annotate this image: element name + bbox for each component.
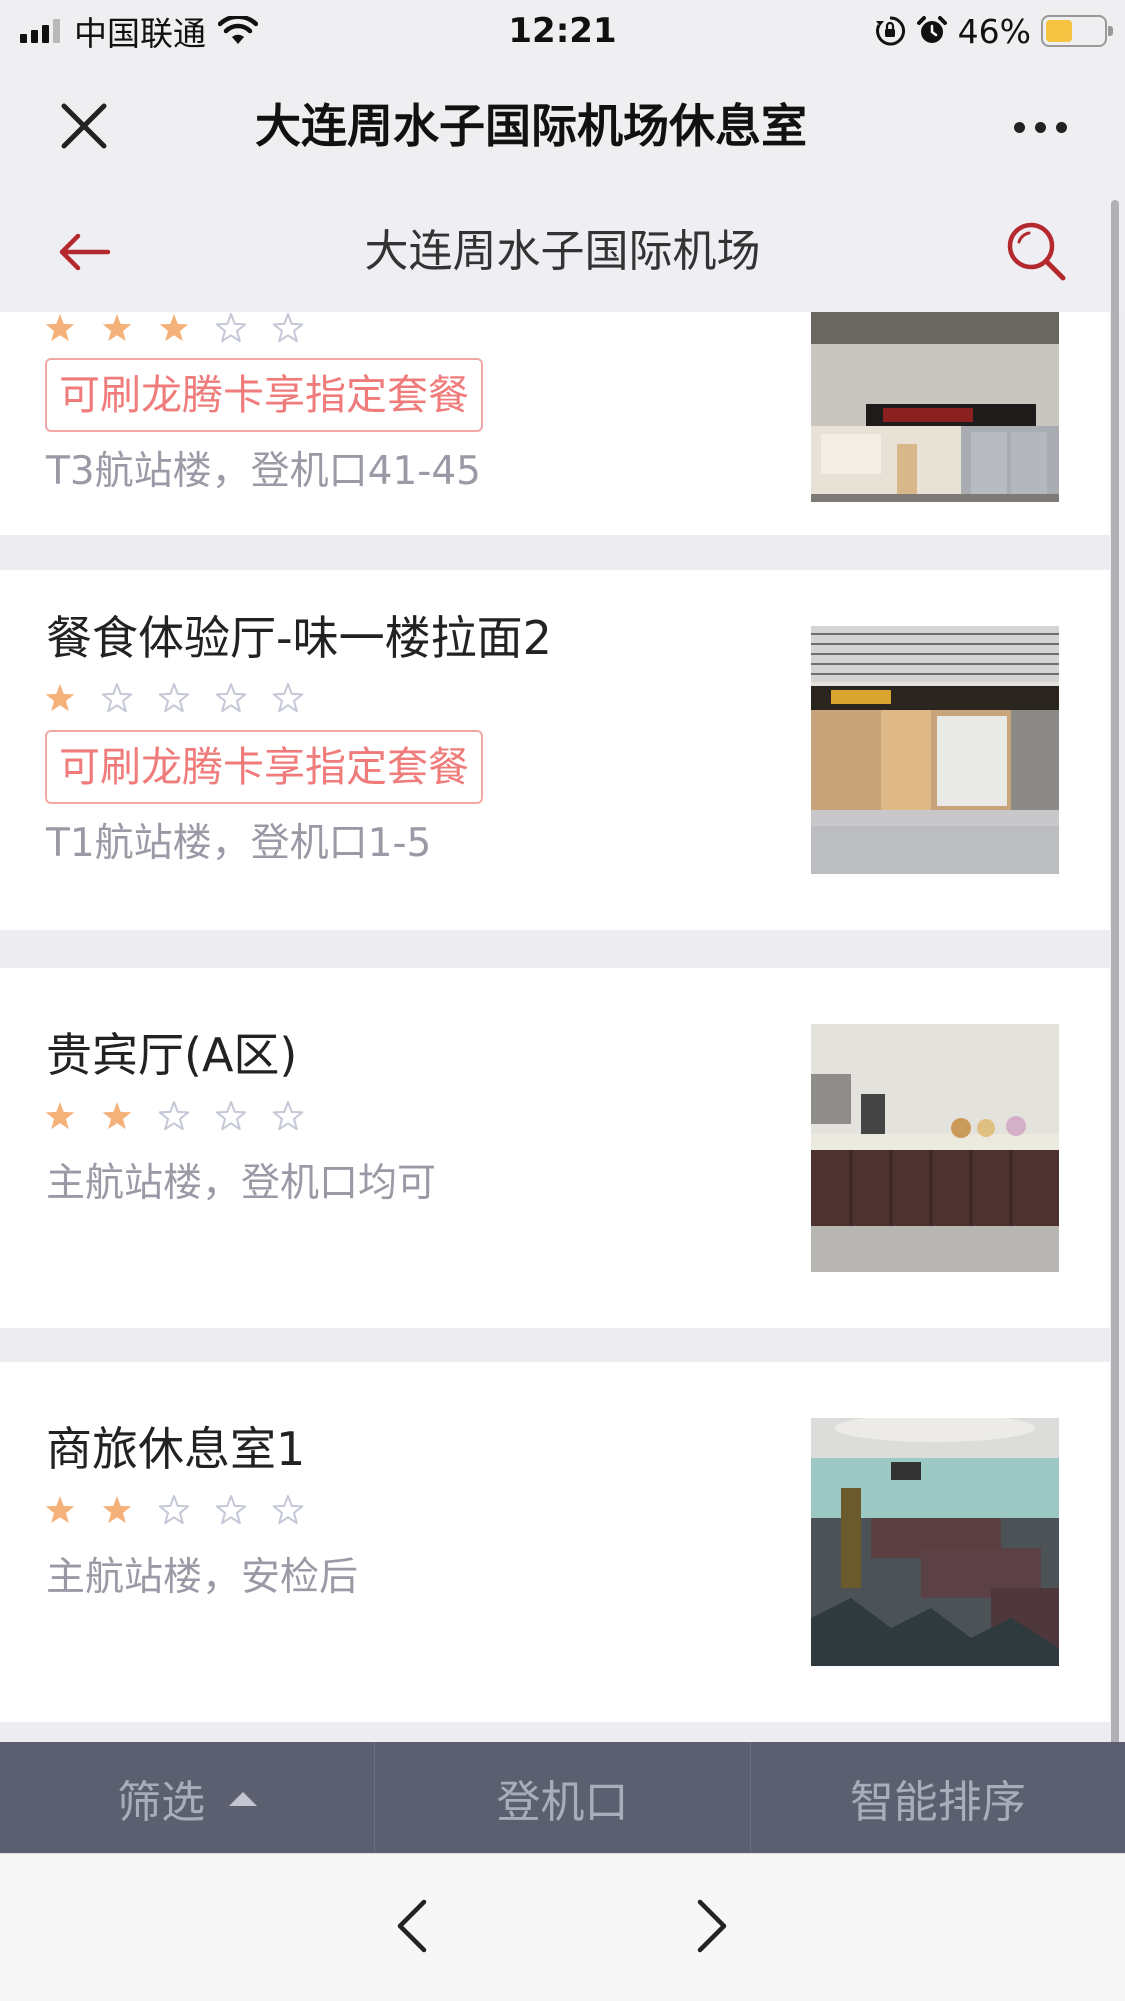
star-empty-icon bbox=[272, 1495, 304, 1525]
filter-button[interactable]: 筛选 bbox=[0, 1742, 376, 1853]
star-empty-icon bbox=[272, 1101, 304, 1131]
star-empty-icon bbox=[272, 313, 304, 343]
star-empty-icon bbox=[158, 1101, 190, 1131]
star-filled-icon bbox=[159, 314, 189, 342]
status-right: 46% bbox=[874, 8, 1113, 54]
page-title: 大连周水子国际机场 bbox=[364, 226, 761, 277]
lounge-photo bbox=[811, 626, 1059, 874]
star-rating bbox=[44, 682, 304, 716]
lounge-photo bbox=[811, 312, 1059, 502]
wechat-top-bar: 大连周水子国际机场休息室 bbox=[0, 62, 1125, 190]
filter-bar: 筛选 登机口 智能排序 bbox=[0, 1742, 1125, 1853]
lounge-location: 主航站楼，登机口均可 bbox=[46, 1161, 437, 1206]
sort-label: 智能排序 bbox=[849, 1776, 1026, 1828]
dragon-card-tag: 可刷龙腾卡享指定套餐 bbox=[45, 730, 483, 804]
page-header: 大连周水子国际机场 bbox=[0, 190, 1125, 312]
lounge-name: 商旅休息室1 bbox=[46, 1422, 306, 1476]
star-filled-icon bbox=[45, 1496, 75, 1524]
scrollbar[interactable] bbox=[1111, 200, 1119, 1860]
close-icon[interactable] bbox=[56, 98, 112, 154]
lounge-photo bbox=[811, 1024, 1059, 1272]
more-icon[interactable] bbox=[1014, 122, 1067, 133]
star-empty-icon bbox=[215, 1101, 247, 1131]
star-empty-icon bbox=[272, 683, 304, 713]
lounge-location: 主航站楼，安检后 bbox=[46, 1555, 359, 1600]
lounge-photo bbox=[811, 1418, 1059, 1666]
star-filled-icon bbox=[45, 684, 75, 712]
gate-button[interactable]: 登机口 bbox=[375, 1742, 751, 1853]
lounge-card[interactable]: 商旅休息室1 主航站楼，安检后 bbox=[0, 1362, 1110, 1722]
star-filled-icon bbox=[102, 1496, 132, 1524]
lounge-list[interactable]: 可刷龙腾卡享指定套餐 T3航站楼，登机口41-45 餐食体验厅-味一楼拉面2 可… bbox=[0, 312, 1125, 1742]
star-empty-icon bbox=[215, 313, 247, 343]
lounge-name: 餐食体验厅-味一楼拉面2 bbox=[46, 611, 552, 665]
star-rating bbox=[44, 1100, 304, 1134]
star-filled-icon bbox=[102, 314, 132, 342]
filter-label: 筛选 bbox=[117, 1776, 206, 1828]
lounge-location: T3航站楼，登机口41-45 bbox=[46, 449, 481, 494]
star-empty-icon bbox=[158, 683, 190, 713]
alarm-icon bbox=[916, 16, 947, 43]
star-rating bbox=[44, 1494, 304, 1528]
star-empty-icon bbox=[101, 683, 133, 713]
wechat-title: 大连周水子国际机场休息室 bbox=[255, 92, 895, 160]
status-bar: 中国联通 12:21 46% bbox=[0, 0, 1125, 62]
star-filled-icon bbox=[102, 1102, 132, 1130]
lounge-name: 贵宾厅(A区) bbox=[46, 1028, 298, 1082]
lounge-card[interactable]: 可刷龙腾卡享指定套餐 T3航站楼，登机口41-45 bbox=[0, 312, 1110, 535]
dragon-card-tag: 可刷龙腾卡享指定套餐 bbox=[45, 358, 483, 432]
triangle-up-icon bbox=[229, 1791, 258, 1806]
lounge-card[interactable]: 贵宾厅(A区) 主航站楼，登机口均可 bbox=[0, 968, 1110, 1328]
battery-percent: 46% bbox=[957, 11, 1031, 51]
search-icon[interactable] bbox=[1003, 218, 1069, 284]
lounge-card[interactable]: 餐食体验厅-味一楼拉面2 可刷龙腾卡享指定套餐 T1航站楼，登机口1-5 bbox=[0, 570, 1110, 930]
orientation-lock-icon bbox=[875, 16, 905, 46]
browser-bottom-nav bbox=[0, 1853, 1125, 2001]
star-rating bbox=[44, 312, 304, 346]
star-empty-icon bbox=[215, 683, 247, 713]
chevron-left-icon[interactable] bbox=[390, 1894, 434, 1958]
battery-icon bbox=[1041, 15, 1113, 47]
gate-label: 登机口 bbox=[496, 1776, 629, 1828]
star-empty-icon bbox=[215, 1495, 247, 1525]
lounge-location: T1航站楼，登机口1-5 bbox=[46, 821, 432, 866]
star-filled-icon bbox=[45, 1102, 75, 1130]
sort-button[interactable]: 智能排序 bbox=[751, 1742, 1125, 1853]
star-empty-icon bbox=[158, 1495, 190, 1525]
chevron-right-icon[interactable] bbox=[690, 1894, 734, 1958]
star-filled-icon bbox=[45, 314, 75, 342]
